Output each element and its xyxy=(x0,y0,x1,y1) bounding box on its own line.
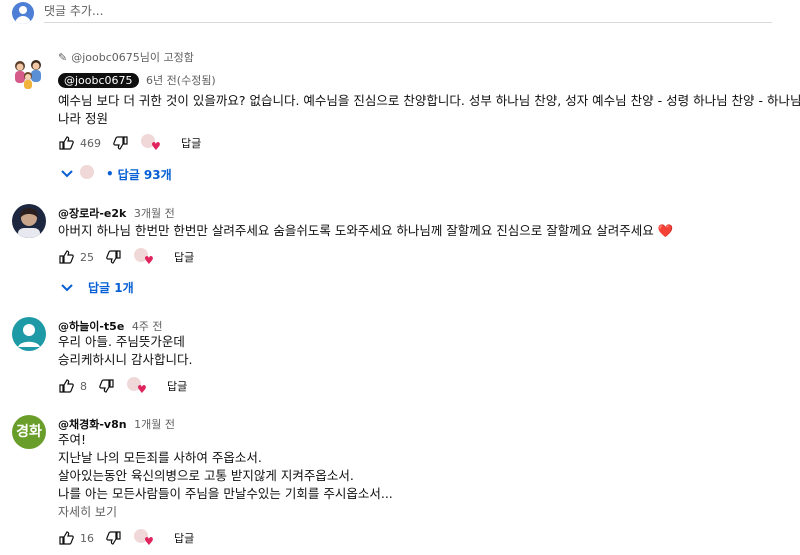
pin-icon: ✎ xyxy=(58,51,68,64)
chevron-down-icon xyxy=(61,170,73,178)
like-icon[interactable] xyxy=(58,378,74,394)
comment-line: 지난날 나의 모든죄를 사하여 주옵소서. xyxy=(58,450,262,465)
comment-line: 아버지 하나님 한번만 한번만 살려주세요 숨을쉬도록 도와주세요 하나님께 잘… xyxy=(58,223,674,238)
replies-count: 답글 1개 xyxy=(88,281,134,295)
comment-line: 주여! xyxy=(58,432,87,447)
comment-avatar[interactable] xyxy=(12,56,46,94)
comment-header: @joobc0675 6년 전(수정됨) xyxy=(58,72,216,88)
comment-avatar[interactable]: 경화 xyxy=(12,415,46,449)
comment-actions: 8 ♥ 답글 xyxy=(58,377,187,395)
comment-line: 승리케하시니 감사합니다. xyxy=(58,352,193,367)
dislike-icon[interactable] xyxy=(106,530,122,546)
default-avatar-icon xyxy=(12,317,46,351)
reply-button[interactable]: 답글 xyxy=(181,135,201,151)
author-badge[interactable]: @joobc0675 xyxy=(58,73,139,88)
like-icon[interactable] xyxy=(58,249,74,265)
chevron-down-icon xyxy=(61,283,73,291)
comment-time[interactable]: 1개월 전 xyxy=(134,418,175,431)
dislike-icon[interactable] xyxy=(106,249,122,265)
view-replies-button[interactable]: 답글 1개 xyxy=(60,279,134,296)
dislike-icon[interactable] xyxy=(99,378,115,394)
comment-header: @장로라-e2k 3개월 전 xyxy=(58,205,175,221)
user-avatar xyxy=(12,2,34,24)
comment-time[interactable]: 6년 전(수정됨) xyxy=(146,74,216,87)
like-count: 469 xyxy=(80,136,101,150)
comment-text: 아버지 하나님 한번만 한번만 살려주세요 숨을쉬도록 도와주세요 하나님께 잘… xyxy=(58,222,673,240)
comment-actions: 25 ♥ 답글 xyxy=(58,248,194,266)
comment-author[interactable]: @하늘이-t5e xyxy=(58,320,124,333)
comment-actions: 469 ♥ 답글 xyxy=(58,134,201,152)
view-replies-button[interactable]: • 답글 93개 xyxy=(60,165,172,183)
reply-avatars-icon xyxy=(80,165,102,183)
creator-heart-icon: ♥ xyxy=(141,134,163,152)
comment-line: 예수님 보다 더 귀한 것이 있을까요? 없습니다. 예수님을 진심으로 찬양합… xyxy=(58,93,800,108)
comment-avatar[interactable] xyxy=(12,204,46,242)
pinned-label: ✎ @joobc0675님이 고정함 xyxy=(58,49,194,65)
like-icon[interactable] xyxy=(58,135,74,151)
like-count: 16 xyxy=(80,531,94,545)
comment-author[interactable]: @장로라-e2k xyxy=(58,207,126,220)
comment-line: 나라 정원 xyxy=(58,111,108,126)
like-count: 25 xyxy=(80,250,94,264)
photo-avatar-icon xyxy=(12,204,46,238)
separator-dot: • xyxy=(106,167,114,181)
comment-line: 우리 아들. 주님뜻가운데 xyxy=(58,334,185,349)
creator-heart-icon: ♥ xyxy=(134,248,156,266)
like-icon[interactable] xyxy=(58,530,74,546)
comment-actions: 16 ♥ 답글 xyxy=(58,529,194,547)
comment-header: @하늘이-t5e 4주 전 xyxy=(58,318,163,334)
read-more-button[interactable]: 자세히 보기 xyxy=(58,503,117,520)
replies-count: 답글 93개 xyxy=(117,167,172,182)
family-avatar-icon xyxy=(12,56,46,90)
creator-heart-icon: ♥ xyxy=(127,377,149,395)
pinned-text: @joobc0675님이 고정함 xyxy=(71,51,194,64)
creator-heart-icon: ♥ xyxy=(134,529,156,547)
reply-button[interactable]: 답글 xyxy=(174,530,194,546)
comment-header: @채경화-v8n 1개월 전 xyxy=(58,416,175,432)
comment-line: 나를 아는 모든사람들이 주님을 만날수있는 기회를 주시옵소서... xyxy=(58,486,393,501)
add-comment-input[interactable]: 댓글 추가... xyxy=(44,0,772,23)
reply-button[interactable]: 답글 xyxy=(167,378,187,394)
comment-author[interactable]: @채경화-v8n xyxy=(58,418,127,431)
comment-text: 우리 아들. 주님뜻가운데 승리케하시니 감사합니다. xyxy=(58,333,192,369)
dislike-icon[interactable] xyxy=(113,135,129,151)
comment-line: 살아있는동안 육신의병으로 고통 받지않게 지켜주옵소서. xyxy=(58,468,354,483)
comment-text: 주여! 지난날 나의 모든죄를 사하여 주옵소서. 살아있는동안 육신의병으로 … xyxy=(58,431,393,503)
comment-time[interactable]: 3개월 전 xyxy=(134,207,175,220)
reply-button[interactable]: 답글 xyxy=(174,249,194,265)
comment-avatar[interactable] xyxy=(12,317,46,355)
like-count: 8 xyxy=(80,379,87,393)
comment-time[interactable]: 4주 전 xyxy=(132,320,163,333)
comment-text: 예수님 보다 더 귀한 것이 있을까요? 없습니다. 예수님을 진심으로 찬양합… xyxy=(58,92,800,128)
